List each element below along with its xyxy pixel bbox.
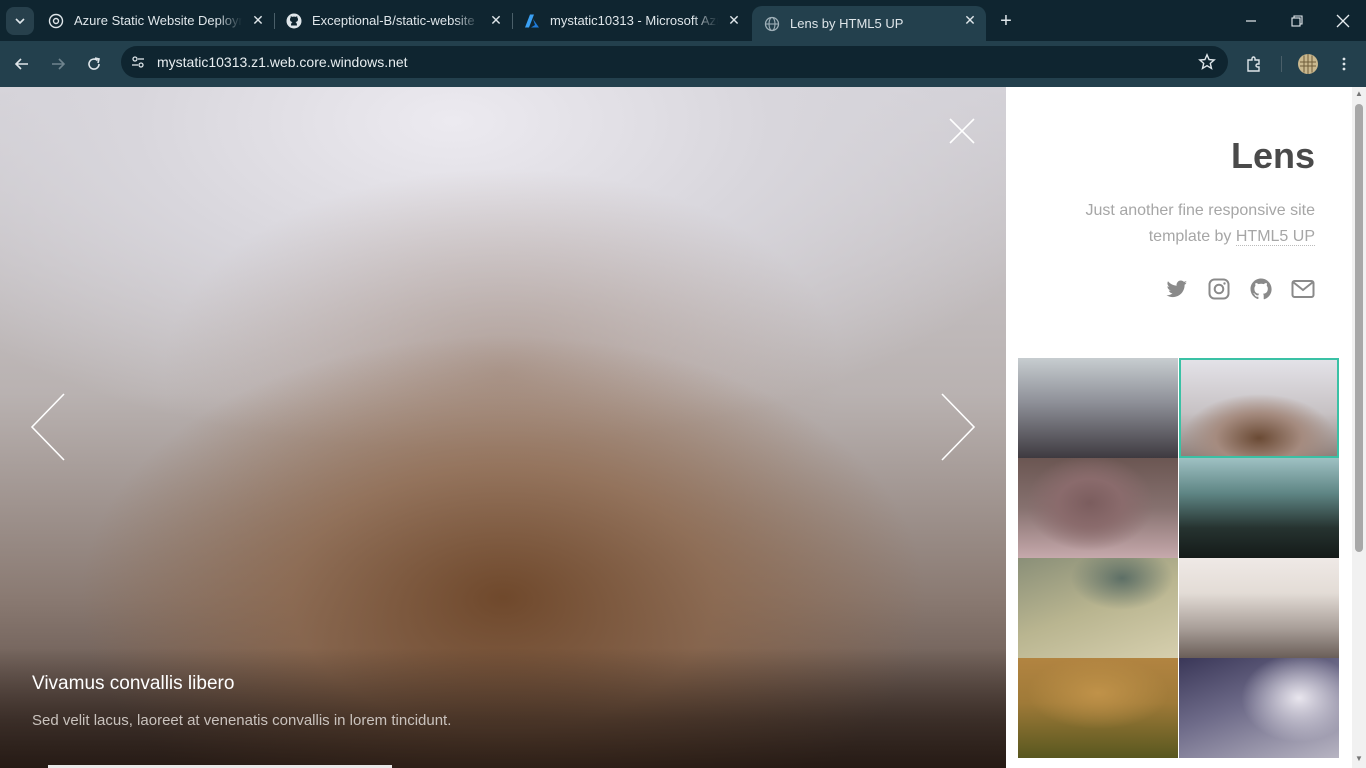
thumbnail-item[interactable] [1179, 358, 1339, 458]
close-tab-icon[interactable]: ✕ [250, 12, 266, 28]
restore-icon [1291, 14, 1303, 27]
openai-icon [48, 13, 64, 29]
azure-icon [524, 13, 540, 29]
tab-title: mystatic10313 - Microsoft Azure [550, 13, 718, 28]
next-arrow-icon[interactable] [938, 392, 978, 462]
thumbnail-item[interactable] [1018, 458, 1178, 558]
caption-overlay [0, 648, 1006, 768]
envelope-icon[interactable] [1291, 277, 1315, 301]
arrow-right-icon [52, 58, 66, 70]
tab-strip: Azure Static Website Deployme ✕ Exceptio… [0, 0, 1366, 41]
chevron-down-icon [15, 18, 25, 25]
close-tab-icon[interactable]: ✕ [726, 12, 742, 28]
thumbnail-item[interactable] [1018, 658, 1178, 758]
thumbnail-item[interactable] [1018, 558, 1178, 658]
profile-button[interactable] [1294, 50, 1322, 78]
minimize-button[interactable] [1228, 0, 1274, 41]
url-text: mystatic10313.z1.web.core.windows.net [157, 54, 408, 70]
back-button[interactable] [8, 50, 36, 78]
tab-title: Lens by HTML5 UP [790, 16, 904, 31]
caption-title: Vivamus convallis libero [32, 673, 235, 694]
thumbnail-item[interactable] [1179, 658, 1339, 758]
social-links [1165, 277, 1315, 301]
tab-lens[interactable]: Lens by HTML5 UP ✕ [752, 6, 986, 41]
thumbnail-item[interactable] [1018, 358, 1178, 458]
menu-button[interactable] [1330, 50, 1358, 78]
close-icon [1336, 14, 1350, 27]
globe-icon [764, 16, 780, 32]
restore-button[interactable] [1274, 0, 1320, 41]
caption-text: Sed velit lacus, laoreet at venenatis co… [32, 712, 452, 729]
tab-azure-portal[interactable]: mystatic10313 - Microsoft Azure ✕ [512, 0, 750, 41]
avatar [1298, 54, 1318, 74]
new-tab-button[interactable]: + [995, 10, 1017, 32]
toolbar-separator [1281, 56, 1282, 72]
close-window-button[interactable] [1320, 0, 1366, 41]
bookmark-star-icon[interactable] [1198, 53, 1216, 71]
site-info-icon[interactable] [129, 53, 147, 71]
scroll-up-icon[interactable]: ▲ [1355, 90, 1363, 98]
twitter-icon[interactable] [1165, 277, 1189, 301]
sidebar: Lens Just another fine responsive site t… [1006, 87, 1352, 768]
image-viewer: Vivamus convallis libero Sed velit lacus… [0, 87, 1006, 768]
previous-arrow-icon[interactable] [28, 392, 68, 462]
forward-button[interactable] [44, 50, 72, 78]
github-icon [286, 13, 302, 29]
tagline: Just another fine responsive site templa… [1035, 198, 1315, 250]
tab-azure-deployment[interactable]: Azure Static Website Deployme ✕ [36, 0, 274, 41]
extensions-button[interactable] [1240, 50, 1268, 78]
scroll-down-icon[interactable]: ▼ [1355, 755, 1363, 763]
browser-toolbar: mystatic10313.z1.web.core.windows.net [0, 41, 1366, 87]
github-icon[interactable] [1249, 277, 1273, 301]
site-title: Lens [1230, 135, 1315, 176]
scrollbar[interactable]: ▲ ▼ [1352, 87, 1366, 768]
arrow-left-icon [14, 58, 28, 70]
reload-icon [88, 57, 100, 70]
minimize-icon [1246, 19, 1256, 22]
tab-title: Exceptional-B/static-website [312, 13, 475, 28]
puzzle-icon [1247, 56, 1260, 72]
close-tab-icon[interactable]: ✕ [962, 12, 978, 28]
html5up-link[interactable]: HTML5 UP [1235, 228, 1315, 246]
address-bar[interactable]: mystatic10313.z1.web.core.windows.net [121, 46, 1228, 78]
close-tab-icon[interactable]: ✕ [488, 12, 504, 28]
tab-github[interactable]: Exceptional-B/static-website ✕ [274, 0, 512, 41]
thumbnail-item[interactable] [1179, 458, 1339, 558]
instagram-icon[interactable] [1207, 277, 1231, 301]
kebab-menu-icon [1342, 57, 1346, 71]
close-icon[interactable] [946, 115, 978, 147]
tab-title: Azure Static Website Deployme [74, 13, 242, 28]
scrollbar-thumb[interactable] [1355, 104, 1363, 552]
thumbnail-item[interactable] [1179, 558, 1339, 658]
reload-button[interactable] [80, 50, 108, 78]
tab-search-button[interactable] [6, 7, 34, 35]
